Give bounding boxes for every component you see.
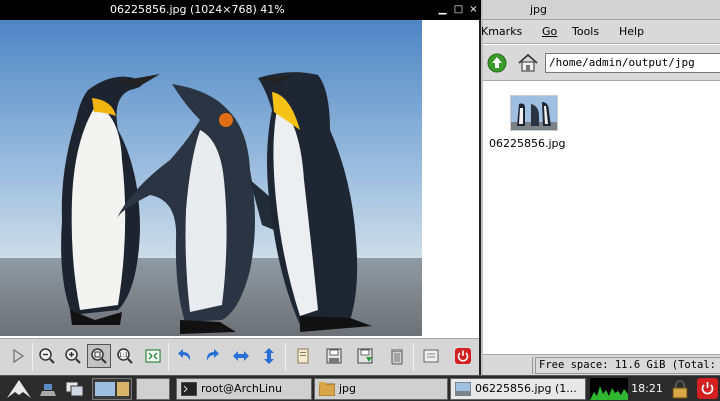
play-icon bbox=[13, 348, 25, 364]
folder-icon bbox=[319, 382, 335, 396]
location-input[interactable]: /home/admin/output/jpg bbox=[545, 53, 720, 73]
preferences-icon bbox=[423, 349, 439, 363]
up-arrow-icon bbox=[487, 53, 507, 73]
penguins-photo bbox=[0, 20, 422, 336]
menu-bookmarks[interactable]: Kmarks bbox=[481, 25, 522, 38]
taskbar: root@ArchLinu jpg 06225856.jpg (1... 18:… bbox=[0, 375, 720, 401]
zoom-out-icon bbox=[39, 348, 55, 364]
save-as-icon bbox=[357, 348, 373, 364]
start-menu-button[interactable] bbox=[4, 378, 34, 400]
zoom-original-label: 1:1 bbox=[119, 352, 129, 359]
task-file-manager[interactable]: jpg bbox=[314, 378, 448, 400]
windows-icon bbox=[65, 381, 84, 397]
pager-preview-icon bbox=[95, 382, 129, 396]
rotate-ccw-icon bbox=[178, 349, 191, 361]
free-space-status: Free space: 11.6 GiB (Total: 1 bbox=[535, 357, 720, 374]
quit-button[interactable] bbox=[451, 344, 475, 368]
fm-titlebar[interactable]: jpg bbox=[483, 0, 720, 20]
arch-logo-icon bbox=[7, 380, 31, 398]
fm-menubar: Kmarks Go Tools Help bbox=[481, 20, 720, 44]
flip-vertical-icon bbox=[264, 348, 274, 364]
fullscreen-button[interactable] bbox=[141, 344, 165, 368]
zoom-original-button[interactable]: 1:1 bbox=[113, 344, 137, 368]
file-name: 06225856.jpg bbox=[489, 137, 566, 150]
cpu-monitor bbox=[590, 378, 628, 400]
task-image-viewer[interactable]: 06225856.jpg (1... bbox=[450, 378, 586, 400]
task-label: 06225856.jpg (1... bbox=[475, 382, 577, 395]
pager-empty[interactable] bbox=[136, 378, 170, 400]
delete-button[interactable] bbox=[385, 344, 409, 368]
zoom-in-button[interactable] bbox=[61, 344, 85, 368]
menu-help[interactable]: Help bbox=[619, 25, 644, 38]
pager[interactable] bbox=[92, 378, 132, 400]
power-icon bbox=[455, 348, 471, 364]
viewer-window-title: 06225856.jpg (1024×768) 41% bbox=[110, 3, 285, 16]
home-button[interactable] bbox=[517, 53, 539, 73]
image-icon bbox=[455, 382, 471, 396]
clock[interactable]: 18:21 bbox=[628, 379, 666, 399]
maximize-button[interactable]: □ bbox=[452, 3, 465, 16]
menu-go[interactable]: Go bbox=[542, 25, 557, 38]
logout-button[interactable] bbox=[697, 378, 718, 399]
rotate-right-button[interactable] bbox=[200, 344, 224, 368]
terminal-icon bbox=[181, 382, 197, 396]
desktop-icon bbox=[40, 384, 56, 396]
zoom-1to1-icon: 1:1 bbox=[117, 348, 133, 364]
cpu-graph-icon bbox=[590, 386, 628, 400]
fm-window-title: jpg bbox=[530, 3, 548, 16]
open-icon bbox=[297, 348, 309, 364]
viewer-titlebar[interactable]: 06225856.jpg (1024×768) 41% ▁ □ × bbox=[0, 0, 481, 20]
open-file-button[interactable] bbox=[291, 344, 315, 368]
save-icon bbox=[326, 348, 342, 364]
play-slideshow-button[interactable] bbox=[6, 344, 30, 368]
workspace-switcher[interactable] bbox=[64, 380, 86, 398]
home-icon bbox=[518, 53, 538, 72]
save-button[interactable] bbox=[322, 344, 346, 368]
flip-horizontal-icon bbox=[233, 351, 249, 361]
image-viewer-window: 06225856.jpg (1024×768) 41% ▁ □ × 1:1 bbox=[0, 0, 481, 375]
preferences-button[interactable] bbox=[419, 344, 443, 368]
desktop: 06225856.jpg (1024×768) 41% ▁ □ × 1:1 jp… bbox=[0, 0, 720, 401]
task-label: root@ArchLinu bbox=[201, 382, 283, 395]
task-terminal[interactable]: root@ArchLinu bbox=[176, 378, 312, 400]
flip-horizontal-button[interactable] bbox=[229, 344, 253, 368]
viewer-toolbar: 1:1 bbox=[0, 338, 479, 375]
go-up-button[interactable] bbox=[487, 53, 507, 73]
fm-toolbar: /home/admin/output/jpg bbox=[483, 45, 720, 81]
fullscreen-icon bbox=[145, 349, 161, 363]
close-button[interactable]: × bbox=[467, 3, 480, 16]
file-item[interactable]: 06225856.jpg bbox=[489, 95, 579, 150]
menu-tools[interactable]: Tools bbox=[572, 25, 599, 38]
zoom-out-button[interactable] bbox=[35, 344, 59, 368]
power-icon bbox=[697, 378, 718, 399]
lock-icon bbox=[672, 380, 688, 399]
save-as-button[interactable] bbox=[353, 344, 377, 368]
minimize-button[interactable]: ▁ bbox=[436, 3, 449, 16]
file-thumbnail bbox=[510, 95, 558, 131]
task-label: jpg bbox=[339, 382, 357, 395]
trash-icon bbox=[391, 349, 403, 365]
fm-statusbar: Free space: 11.6 GiB (Total: 1 bbox=[483, 354, 720, 375]
flip-vertical-button[interactable] bbox=[257, 344, 281, 368]
file-manager-window: jpg Kmarks Go Tools Help /home/admin/out… bbox=[481, 0, 720, 375]
lock-screen-button[interactable] bbox=[670, 379, 690, 399]
zoom-fit-button[interactable] bbox=[87, 344, 111, 368]
zoom-in-icon bbox=[65, 348, 81, 364]
zoom-fit-icon bbox=[91, 348, 107, 364]
show-desktop-button[interactable] bbox=[38, 380, 58, 398]
rotate-cw-icon bbox=[206, 349, 219, 361]
file-list: 06225856.jpg bbox=[483, 81, 720, 354]
rotate-left-button[interactable] bbox=[173, 344, 197, 368]
